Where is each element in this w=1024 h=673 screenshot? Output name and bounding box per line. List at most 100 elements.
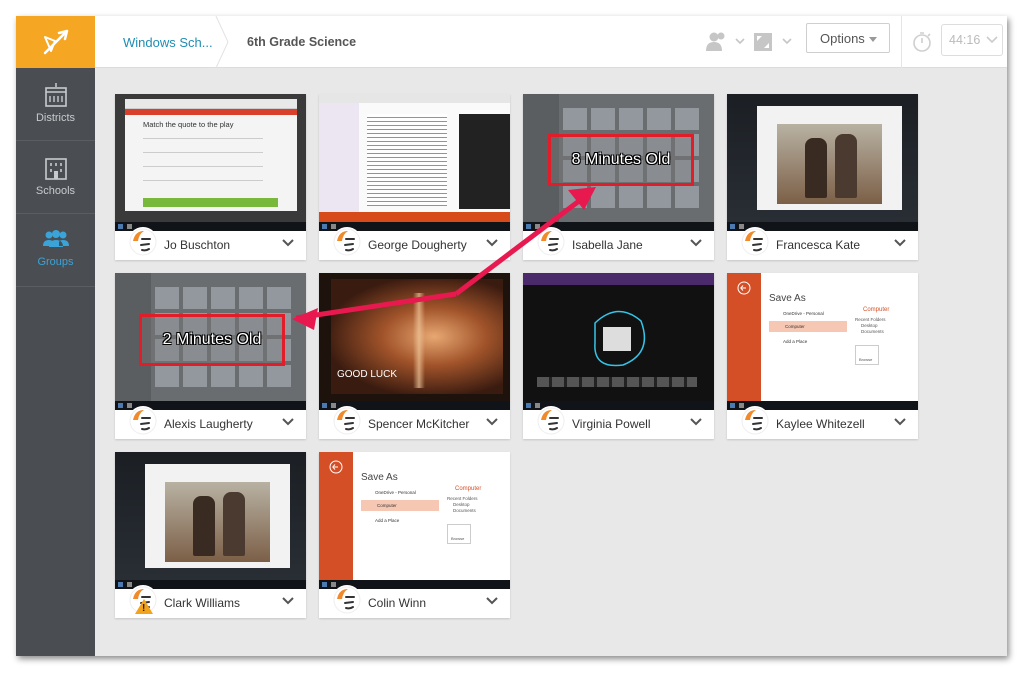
annotation-8-minutes-text: 8 Minutes Old: [571, 151, 671, 168]
users-icon: [706, 32, 745, 51]
snowman-avatar-icon: [129, 407, 157, 435]
student-name: Kaylee Whitezell: [776, 417, 865, 431]
student-screen-thumbnail[interactable]: GOOD LUCK: [319, 273, 510, 410]
thumb-desktop: Desktop: [453, 502, 470, 507]
sidebar-item-groups[interactable]: Groups: [16, 214, 95, 287]
fullscreen-button[interactable]: [753, 26, 797, 58]
thumb-computer: Computer: [785, 324, 805, 329]
stopwatch-icon: [913, 32, 931, 52]
student-card[interactable]: Virginia Powell: [523, 273, 714, 439]
options-label: Options: [820, 30, 865, 46]
thumb-browse: Browse: [859, 357, 873, 362]
annotation-2-minutes-text: 2 Minutes Old: [162, 331, 262, 348]
student-card[interactable]: Match the quote to the play Jo Buschton: [115, 94, 306, 260]
groups-icon: [42, 230, 69, 247]
student-card[interactable]: GOOD LUCK Spencer McKitcher: [319, 273, 510, 439]
student-card[interactable]: Save As OneDrive - Personal Computer Add…: [727, 273, 918, 439]
district-building-icon: [44, 83, 67, 107]
avatar: [536, 406, 566, 436]
snowman-avatar-icon: [537, 407, 565, 435]
student-name: George Dougherty: [368, 238, 467, 252]
thumb-save-as-title: Save As: [769, 293, 806, 304]
student-card[interactable]: Save As OneDrive - Personal Computer Add…: [319, 452, 510, 618]
thumb-recent: Recent Folders: [447, 496, 478, 501]
school-building-icon: [44, 158, 67, 180]
sidebar-item-districts[interactable]: Districts: [16, 68, 95, 141]
chevron-down-icon[interactable]: [282, 239, 294, 247]
student-card-footer: Jo Buschton: [115, 227, 306, 260]
thumb-computer-heading: Computer: [455, 486, 482, 492]
snowman-avatar-icon: [537, 228, 565, 256]
avatar: [740, 227, 770, 257]
student-card-footer: Isabella Jane: [523, 227, 714, 260]
breadcrumb-school[interactable]: Windows Sch...: [95, 16, 223, 68]
options-dropdown[interactable]: Options: [806, 23, 890, 53]
thumb-documents: Documents: [861, 329, 884, 334]
student-screen-thumbnail[interactable]: [115, 452, 306, 589]
avatar: [536, 227, 566, 257]
student-card[interactable]: Francesca Kate: [727, 94, 918, 260]
thumb-computer-heading: Computer: [863, 307, 890, 313]
avatar: [128, 406, 158, 436]
chevron-down-icon[interactable]: [486, 418, 498, 426]
chevron-down-icon[interactable]: [894, 239, 906, 247]
app-logo[interactable]: [16, 16, 95, 68]
expand-icon: [754, 33, 792, 51]
sidebar-label-groups: Groups: [37, 256, 74, 268]
student-name: Isabella Jane: [572, 238, 643, 252]
student-name: Spencer McKitcher: [368, 417, 470, 431]
thumb-desktop: Desktop: [861, 323, 878, 328]
chevron-down-icon[interactable]: [486, 239, 498, 247]
chevron-down-icon[interactable]: [486, 597, 498, 605]
student-card-footer: Francesca Kate: [727, 227, 918, 260]
thumb-add-place: Add a Place: [375, 518, 400, 523]
thumb-onedrive: OneDrive - Personal: [375, 490, 416, 495]
student-name: Colin Winn: [368, 596, 427, 610]
student-card-footer: Alexis Laugherty: [115, 406, 306, 439]
avatar: [332, 585, 362, 615]
avatar: [332, 227, 362, 257]
thumb-browse: Browse: [451, 536, 465, 541]
back-arrow-icon: [329, 460, 343, 474]
logo-icon: [43, 29, 68, 55]
student-screen-thumbnail[interactable]: [319, 94, 510, 231]
back-arrow-icon: [737, 281, 751, 295]
chevron-down-icon[interactable]: [690, 239, 702, 247]
student-card[interactable]: George Dougherty: [319, 94, 510, 260]
chevron-down-icon[interactable]: [894, 418, 906, 426]
app-window: Windows Sch... 6th Grade Science Options: [16, 16, 1007, 656]
warning-mark: !: [142, 603, 146, 614]
student-screen-thumbnail[interactable]: Save As OneDrive - Personal Computer Add…: [727, 273, 918, 410]
student-card-footer: Spencer McKitcher: [319, 406, 510, 439]
thumb-good-luck: GOOD LUCK: [337, 369, 398, 380]
student-screen-thumbnail[interactable]: Save As OneDrive - Personal Computer Add…: [319, 452, 510, 589]
student-screen-thumbnail[interactable]: Match the quote to the play: [115, 94, 306, 231]
chevron-down-icon[interactable]: [282, 597, 294, 605]
thumb-computer: Computer: [377, 503, 397, 508]
chevron-down-icon[interactable]: [282, 418, 294, 426]
sidebar-label-schools: Schools: [35, 185, 76, 197]
student-card[interactable]: ! Clark Williams: [115, 452, 306, 618]
student-card-footer: Colin Winn: [319, 585, 510, 618]
student-screen-thumbnail[interactable]: [727, 94, 918, 231]
thumb-documents: Documents: [453, 508, 476, 513]
users-view-button[interactable]: [706, 26, 746, 58]
annotation-8-minutes: 8 Minutes Old: [548, 134, 694, 186]
student-screen-thumbnail[interactable]: [523, 273, 714, 410]
student-card-footer: Kaylee Whitezell: [727, 406, 918, 439]
sidebar-item-schools[interactable]: Schools: [16, 141, 95, 214]
avatar: [332, 406, 362, 436]
snowman-avatar-icon: [333, 586, 361, 614]
chevron-down-icon[interactable]: [690, 418, 702, 426]
thumb-save-as-title: Save As: [361, 472, 398, 483]
snowman-avatar-icon: [741, 407, 769, 435]
snowman-avatar-icon: [129, 228, 157, 256]
session-timer[interactable]: 44:16: [941, 24, 1003, 56]
student-name: Jo Buschton: [164, 238, 231, 252]
student-name: Alexis Laugherty: [164, 417, 253, 431]
student-name: Virginia Powell: [572, 417, 651, 431]
student-name: Francesca Kate: [776, 238, 861, 252]
student-card-footer: George Dougherty: [319, 227, 510, 260]
thumb-add-place: Add a Place: [783, 339, 808, 344]
timer-icon-wrap: [911, 26, 933, 58]
